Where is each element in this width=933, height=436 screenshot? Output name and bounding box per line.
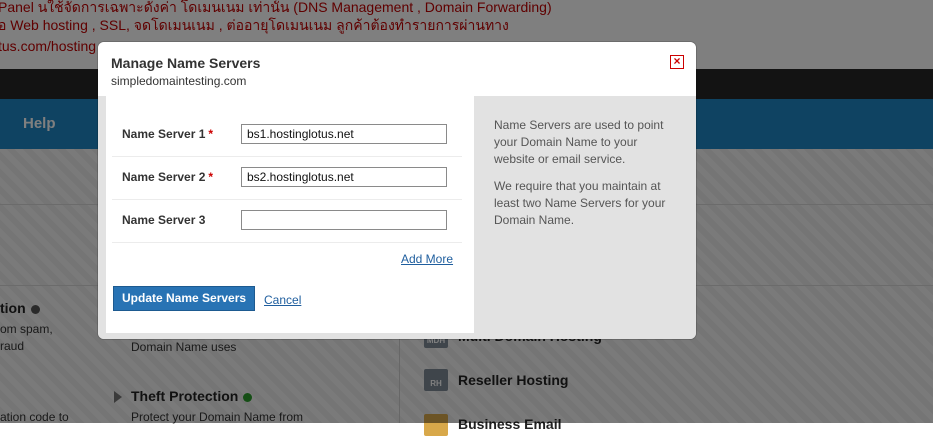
- dialog-header: Manage Name Servers simpledomaintesting.…: [98, 42, 696, 96]
- info-panel: Name Servers are used to point your Doma…: [474, 96, 692, 333]
- name-server-row: Name Server 3: [112, 200, 462, 243]
- name-server-2-input[interactable]: [241, 167, 447, 187]
- field-label: Name Server 1 *: [122, 127, 214, 141]
- name-server-1-input[interactable]: [241, 124, 447, 144]
- update-name-servers-button[interactable]: Update Name Servers: [113, 286, 256, 311]
- field-label: Name Server 2 *: [122, 170, 214, 184]
- field-label: Name Server 3: [122, 213, 206, 227]
- info-text: Name Servers are used to point your Doma…: [494, 118, 664, 166]
- dialog-subtitle: simpledomaintesting.com: [111, 74, 247, 88]
- dialog-body: Name Server 1* Name Server 2* Name Serve…: [98, 96, 696, 339]
- manage-name-servers-dialog: Manage Name Servers simpledomaintesting.…: [98, 42, 696, 339]
- name-server-row: Name Server 1 *: [112, 114, 462, 157]
- cancel-link[interactable]: Cancel: [264, 293, 301, 307]
- required-marker: *: [208, 170, 214, 184]
- add-more-link[interactable]: Add More: [401, 252, 453, 266]
- name-server-form: Name Server 1* Name Server 2* Name Serve…: [106, 96, 474, 333]
- close-icon[interactable]: ×: [670, 55, 684, 69]
- required-marker: *: [208, 127, 214, 141]
- dialog-title: Manage Name Servers: [111, 55, 261, 71]
- info-text: We require that you maintain at least tw…: [494, 179, 666, 227]
- name-server-3-input[interactable]: [241, 210, 447, 230]
- name-server-row: Name Server 2 *: [112, 157, 462, 200]
